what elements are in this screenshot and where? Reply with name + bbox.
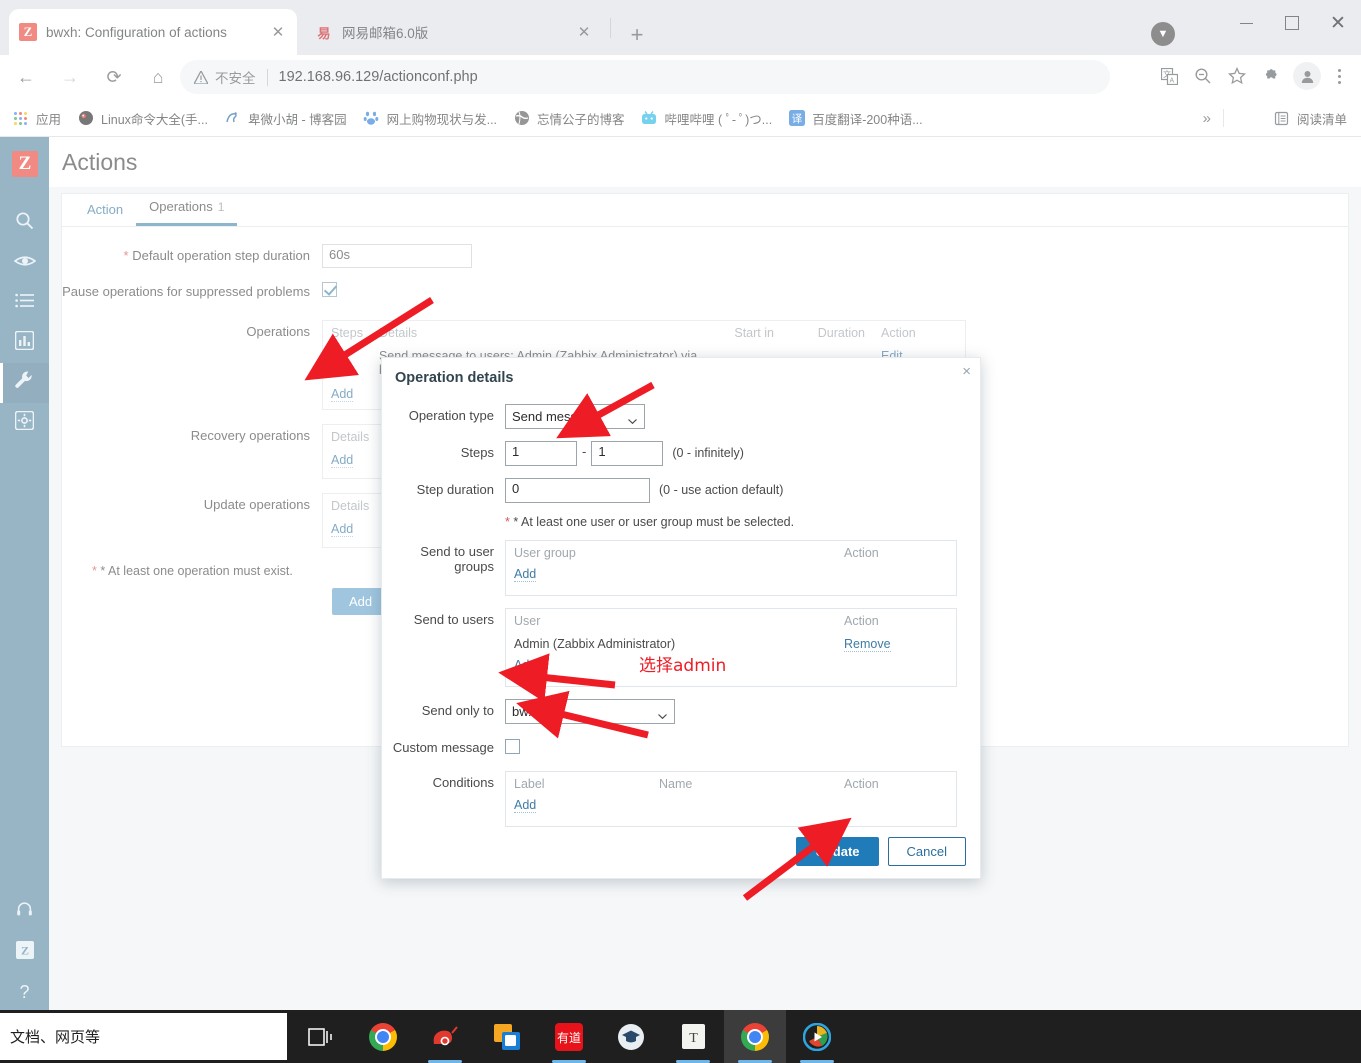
table-add-row: Add: [506, 565, 956, 595]
modal-header: Operation details ×: [382, 358, 980, 398]
potplayer-icon[interactable]: [786, 1010, 848, 1063]
taskbar-search-box[interactable]: 文档、网页等: [0, 1013, 287, 1060]
screen-root: Z bwxh: Configuration of actions ✕ 易 网易邮…: [0, 0, 1361, 1063]
custom-message-checkbox[interactable]: [505, 739, 520, 754]
table-header-row: User group Action: [506, 541, 956, 565]
chrome-icon[interactable]: [352, 1010, 414, 1063]
chevron-down-icon: [628, 412, 637, 425]
table-add-row: Add: [506, 796, 956, 826]
custom-message-label: Custom message: [392, 740, 494, 755]
col-label: Label: [514, 777, 545, 791]
operation-details-modal: Operation details × Operation type Send …: [381, 357, 981, 879]
table-header-row: Label Name Action: [506, 772, 956, 796]
send-only-to-select[interactable]: bwxh: [505, 699, 675, 724]
operation-type-select[interactable]: Send message: [505, 404, 645, 429]
modal-buttons: Update Cancel: [796, 837, 966, 866]
field-custom-message: Custom message: [382, 736, 966, 759]
operation-type-value: Send message: [512, 409, 599, 424]
youdao-icon[interactable]: 有道: [538, 1010, 600, 1063]
col-action: Action: [844, 546, 879, 560]
chevron-down-icon: [658, 707, 667, 720]
user-groups-table: User group Action Add: [505, 540, 957, 596]
field-step-duration: Step duration 0 (0 - use action default): [382, 478, 966, 503]
snail-app-icon[interactable]: [414, 1010, 476, 1063]
modal-cancel-button[interactable]: Cancel: [887, 837, 966, 866]
required-note-text: * At least one user or user group must b…: [513, 515, 795, 529]
step-duration-hint: (0 - use action default): [659, 483, 784, 497]
conditions-label: Conditions: [432, 775, 494, 790]
field-send-to-user-groups: Send to user groups User group Action Ad…: [382, 540, 966, 596]
table-add-row: Add: [506, 655, 956, 686]
add-user-link[interactable]: Add: [514, 658, 537, 673]
field-conditions: Conditions Label Name Action Add: [382, 771, 966, 827]
xuexi-icon[interactable]: [600, 1010, 662, 1063]
col-name: Name: [659, 777, 693, 791]
send-only-to-value: bwxh: [512, 704, 543, 719]
field-send-only-to: Send only to bwxh: [382, 699, 966, 724]
send-to-user-groups-label: Send to user groups: [420, 544, 494, 574]
table-row: Admin (Zabbix Administrator) Remove: [506, 633, 956, 655]
steps-from-input[interactable]: 1: [505, 441, 577, 466]
remove-user-link[interactable]: Remove: [844, 637, 891, 652]
taskbar-search-placeholder: 文档、网页等: [10, 1028, 101, 1046]
table-header-row: User Action: [506, 609, 956, 633]
svg-text:有道: 有道: [557, 1031, 581, 1045]
modal-required-note-row: * * At least one user or user group must…: [382, 515, 966, 529]
cell-action: Remove: [836, 633, 956, 655]
steps-separator: -: [582, 444, 587, 459]
task-view-icon[interactable]: [290, 1010, 352, 1063]
steps-label: Steps: [460, 445, 494, 460]
vmware-icon[interactable]: [476, 1010, 538, 1063]
add-condition-link[interactable]: Add: [514, 798, 537, 813]
col-action: Action: [844, 777, 879, 791]
update-button[interactable]: Update: [796, 837, 879, 866]
typora-icon[interactable]: T: [662, 1010, 724, 1063]
users-table: User Action Admin (Zabbix Administrator)…: [505, 608, 957, 687]
taskbar-items: 有道 T: [290, 1010, 848, 1063]
close-icon[interactable]: ×: [962, 363, 971, 380]
send-only-to-label: Send only to: [421, 703, 494, 718]
field-steps: Steps 1 - 1 (0 - infinitely): [382, 441, 966, 466]
operation-type-label: Operation type: [408, 408, 494, 423]
col-user-group: User group: [514, 546, 576, 560]
conditions-table: Label Name Action Add: [505, 771, 957, 827]
steps-to-input[interactable]: 1: [591, 441, 664, 466]
modal-title: Operation details: [395, 370, 514, 386]
add-user-group-link[interactable]: Add: [514, 567, 537, 582]
field-operation-type: Operation type Send message: [382, 404, 966, 429]
taskbar: 文档、网页等 有道 T: [0, 1010, 1361, 1063]
svg-text:T: T: [689, 1031, 698, 1046]
chrome-active-icon[interactable]: [724, 1010, 786, 1063]
required-marker: *: [505, 515, 510, 529]
col-action: Action: [844, 614, 879, 628]
steps-hint: (0 - infinitely): [672, 446, 744, 460]
col-user: User: [514, 614, 541, 628]
step-duration-input[interactable]: 0: [505, 478, 650, 503]
step-duration-label: Step duration: [416, 482, 494, 497]
annotation-select-admin: 选择admin: [639, 656, 727, 676]
modal-required-note: * * At least one user or user group must…: [505, 515, 794, 529]
send-to-users-label: Send to users: [413, 612, 494, 627]
